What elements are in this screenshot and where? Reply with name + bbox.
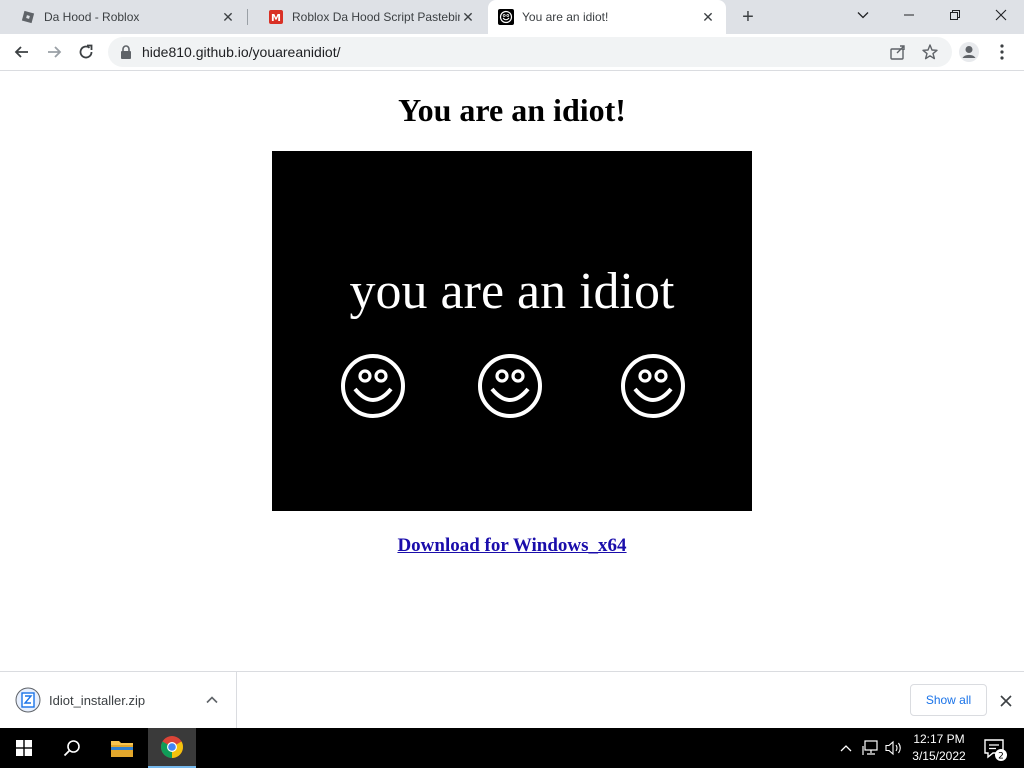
chevron-up-icon[interactable] bbox=[204, 692, 220, 708]
minimize-button[interactable] bbox=[886, 0, 932, 30]
folder-icon bbox=[111, 741, 133, 757]
search-icon bbox=[63, 740, 80, 757]
network-icon[interactable] bbox=[861, 738, 881, 758]
url-text[interactable]: hide810.github.io/youareanidiot/ bbox=[142, 44, 341, 60]
tab-title: You are an idiot! bbox=[522, 10, 609, 24]
clock-time: 12:17 PM bbox=[913, 732, 965, 746]
notification-count: 2 bbox=[998, 752, 1004, 762]
arrow-right-icon bbox=[48, 46, 62, 58]
profile-button[interactable] bbox=[955, 38, 983, 66]
tab-strip: Da Hood - Roblox ✕ M Roblox Da Hood Scri… bbox=[0, 0, 1024, 34]
download-item[interactable]: Idiot_installer.zip bbox=[0, 672, 237, 728]
lock-icon bbox=[121, 45, 131, 59]
profile-avatar-icon bbox=[959, 42, 979, 62]
restore-icon bbox=[950, 10, 960, 20]
more-vert-icon bbox=[1000, 44, 1004, 60]
show-hidden-icons-button[interactable] bbox=[836, 738, 856, 758]
restore-button[interactable] bbox=[932, 0, 978, 30]
tab-search-button[interactable] bbox=[840, 0, 886, 30]
star-icon[interactable] bbox=[921, 43, 939, 61]
close-icon[interactable]: ✕ bbox=[460, 9, 476, 25]
forward-button[interactable] bbox=[40, 38, 68, 66]
search-button[interactable] bbox=[48, 728, 96, 768]
download-link[interactable]: Download for Windows_x64 bbox=[0, 535, 1024, 557]
chrome-icon bbox=[161, 736, 183, 758]
minimize-icon bbox=[904, 14, 914, 16]
new-tab-button[interactable]: + bbox=[736, 5, 760, 29]
smiley-favicon-icon bbox=[498, 9, 514, 25]
tab-title: Da Hood - Roblox bbox=[44, 10, 140, 24]
close-icon bbox=[995, 9, 1007, 21]
file-explorer-button[interactable] bbox=[98, 728, 146, 768]
tab-pastebin[interactable]: M Roblox Da Hood Script Pastebin [ ✕ bbox=[248, 0, 486, 34]
page-heading: You are an idiot! bbox=[398, 92, 626, 128]
back-button[interactable] bbox=[8, 38, 36, 66]
smiley-face-icon bbox=[478, 354, 542, 418]
speaker-icon bbox=[885, 740, 901, 756]
share-icon[interactable] bbox=[889, 43, 907, 61]
close-icon[interactable]: ✕ bbox=[220, 9, 236, 25]
close-window-button[interactable] bbox=[978, 0, 1024, 30]
close-download-bar-button[interactable] bbox=[996, 691, 1016, 711]
smiley-face-icon bbox=[621, 354, 685, 418]
address-bar[interactable]: hide810.github.io/youareanidiot/ bbox=[108, 37, 952, 67]
smiley-face-icon bbox=[341, 354, 405, 418]
chevron-down-icon bbox=[857, 12, 869, 19]
start-button[interactable] bbox=[0, 728, 48, 768]
roblox-favicon-icon bbox=[21, 10, 35, 24]
tab-title: Roblox Da Hood Script Pastebin [ bbox=[292, 10, 460, 24]
chrome-taskbar-button[interactable] bbox=[148, 728, 196, 768]
windows-logo-icon bbox=[16, 740, 32, 756]
windows-taskbar: 12:17 PM 3/15/2022 2 bbox=[0, 728, 1024, 768]
network-icon bbox=[862, 740, 878, 755]
system-clock[interactable]: 12:17 PM 3/15/2022 bbox=[904, 731, 974, 765]
download-file-name: Idiot_installer.zip bbox=[49, 693, 146, 708]
download-shelf: Idiot_installer.zip Show all bbox=[0, 671, 1024, 728]
close-icon[interactable]: ✕ bbox=[700, 9, 716, 25]
video-player[interactable] bbox=[272, 151, 752, 511]
chevron-up-icon bbox=[840, 745, 852, 752]
zip-file-icon bbox=[15, 687, 41, 713]
reload-button[interactable] bbox=[72, 38, 100, 66]
pastebin-favicon-icon: M bbox=[269, 10, 283, 24]
arrow-left-icon bbox=[14, 46, 28, 58]
reload-icon bbox=[79, 44, 93, 59]
clock-date: 3/15/2022 bbox=[912, 749, 966, 763]
volume-icon[interactable] bbox=[884, 738, 904, 758]
show-all-button[interactable]: Show all bbox=[910, 684, 987, 716]
browser-toolbar: hide810.github.io/youareanidiot/ bbox=[0, 34, 1024, 71]
svg-text:M: M bbox=[271, 13, 281, 24]
menu-button[interactable] bbox=[988, 38, 1016, 66]
tab-da-hood[interactable]: Da Hood - Roblox ✕ bbox=[0, 0, 246, 34]
tab-you-are-an-idiot[interactable]: You are an idiot! ✕ bbox=[488, 0, 726, 34]
video-caption: you are an idiot bbox=[349, 263, 675, 320]
notification-icon[interactable]: 2 bbox=[980, 736, 1008, 762]
close-icon bbox=[1000, 695, 1012, 707]
